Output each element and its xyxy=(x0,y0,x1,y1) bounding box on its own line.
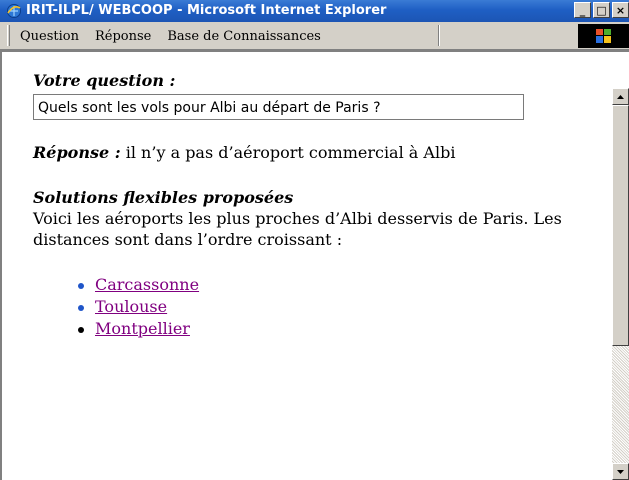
close-icon: × xyxy=(615,3,626,17)
scroll-up-arrow-icon xyxy=(617,94,624,99)
bullet-icon xyxy=(78,327,84,333)
answer-line: Réponse : il n’y a pas d’aéroport commer… xyxy=(33,142,573,163)
list-item: Carcassonne xyxy=(78,274,573,296)
throbber xyxy=(578,24,629,48)
menu-bar: Question Réponse Base de Connaissances xyxy=(0,22,629,50)
window-title: IRIT-ILPL/ WEBCOOP - Microsoft Internet … xyxy=(26,3,387,18)
scroll-track[interactable] xyxy=(612,346,629,463)
solutions-section: Solutions flexibles proposées Voici les … xyxy=(33,187,573,250)
minimize-icon: _ xyxy=(579,3,586,17)
bullet-icon xyxy=(78,305,84,311)
menu-separator xyxy=(438,25,440,46)
vertical-scrollbar[interactable] xyxy=(612,88,629,480)
answer-text: il n’y a pas d’aéroport commercial à Alb… xyxy=(120,143,456,162)
minimize-button[interactable]: _ xyxy=(574,2,591,18)
airport-link-toulouse[interactable]: Toulouse xyxy=(95,297,167,316)
question-field[interactable]: Quels sont les vols pour Albi au départ … xyxy=(33,94,524,120)
menu-item-question[interactable]: Question xyxy=(20,29,79,44)
menu-items: Question Réponse Base de Connaissances xyxy=(20,29,321,44)
airport-link-carcassonne[interactable]: Carcassonne xyxy=(95,275,199,294)
maximize-button[interactable]: □ xyxy=(593,2,610,18)
airport-list: Carcassonne Toulouse Montpellier xyxy=(33,274,573,340)
maximize-icon: □ xyxy=(596,3,607,17)
page-content: Votre question : Quels sont les vols pou… xyxy=(33,70,573,340)
solutions-description: Voici les aéroports les plus proches d’A… xyxy=(33,209,562,249)
scroll-down-arrow-icon xyxy=(617,469,624,474)
list-item: Montpellier xyxy=(78,318,573,340)
solutions-heading: Solutions flexibles proposées xyxy=(33,188,294,207)
menu-item-base-connaissances[interactable]: Base de Connaissances xyxy=(167,29,321,44)
menu-item-reponse[interactable]: Réponse xyxy=(95,29,151,44)
airport-link-montpellier[interactable]: Montpellier xyxy=(95,319,190,338)
bullet-icon xyxy=(78,283,84,289)
scroll-thumb[interactable] xyxy=(612,105,629,346)
menu-grip[interactable] xyxy=(7,25,10,46)
list-item: Toulouse xyxy=(78,296,573,318)
title-bar[interactable]: IRIT-ILPL/ WEBCOOP - Microsoft Internet … xyxy=(0,0,629,22)
ie-icon xyxy=(7,4,21,18)
scroll-down-button[interactable] xyxy=(612,463,629,480)
windows-logo-icon xyxy=(596,29,611,43)
question-heading: Votre question : xyxy=(33,71,176,90)
window-controls: _ □ × xyxy=(574,2,629,18)
scroll-up-button[interactable] xyxy=(612,88,629,105)
answer-heading: Réponse : xyxy=(33,143,121,162)
close-button[interactable]: × xyxy=(612,2,629,18)
